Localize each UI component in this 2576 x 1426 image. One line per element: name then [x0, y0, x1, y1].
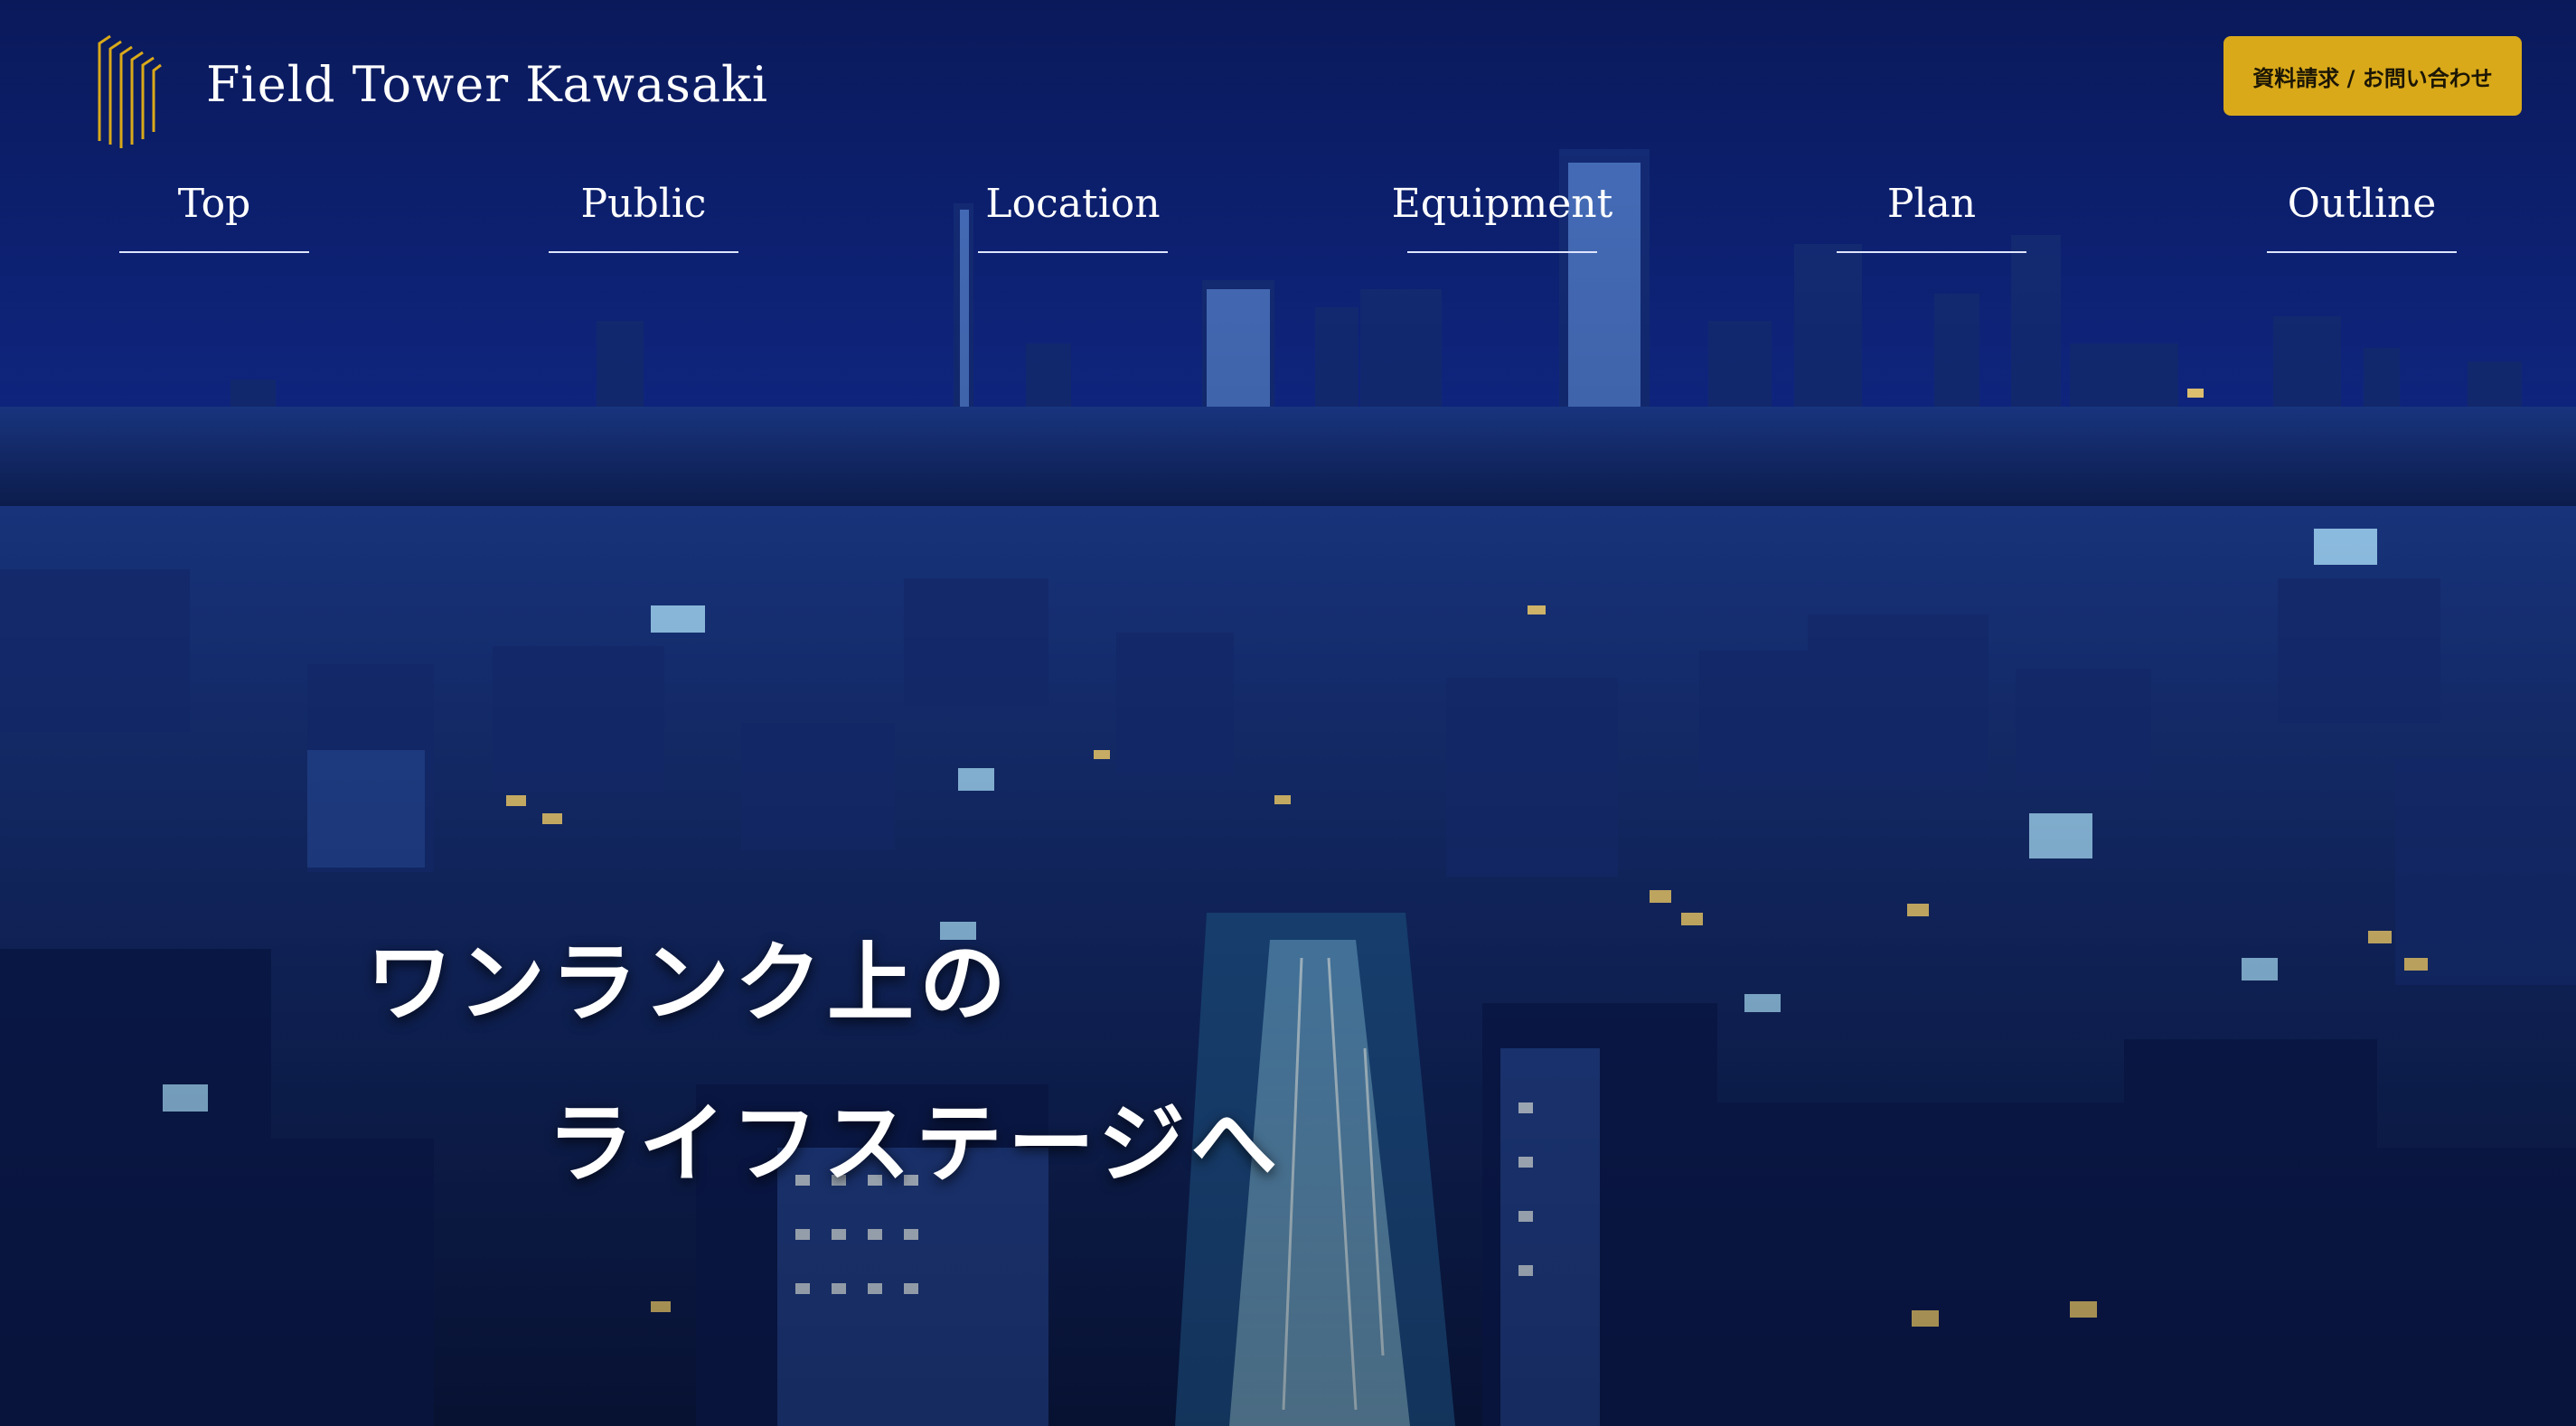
nav-item-outline[interactable]: Outline: [2267, 181, 2457, 253]
main-nav: Top Public Location Equipment Plan Outli…: [0, 181, 2576, 262]
nav-item-location[interactable]: Location: [978, 181, 1168, 253]
brand-name[interactable]: Field Tower Kawasaki: [206, 56, 768, 113]
gold-vertical-lines-logo-icon: [98, 34, 162, 148]
site-header: Field Tower Kawasaki 資料請求 / お問い合わせ Top P…: [0, 0, 2576, 271]
nav-item-plan[interactable]: Plan: [1837, 181, 2026, 253]
hero-section: Field Tower Kawasaki 資料請求 / お問い合わせ Top P…: [0, 0, 2576, 1426]
nav-item-top[interactable]: Top: [119, 181, 309, 253]
nav-item-public[interactable]: Public: [549, 181, 738, 253]
nav-item-equipment[interactable]: Equipment: [1392, 181, 1612, 253]
request-info-contact-button[interactable]: 資料請求 / お問い合わせ: [2223, 36, 2522, 116]
brand-logo[interactable]: [94, 33, 166, 150]
